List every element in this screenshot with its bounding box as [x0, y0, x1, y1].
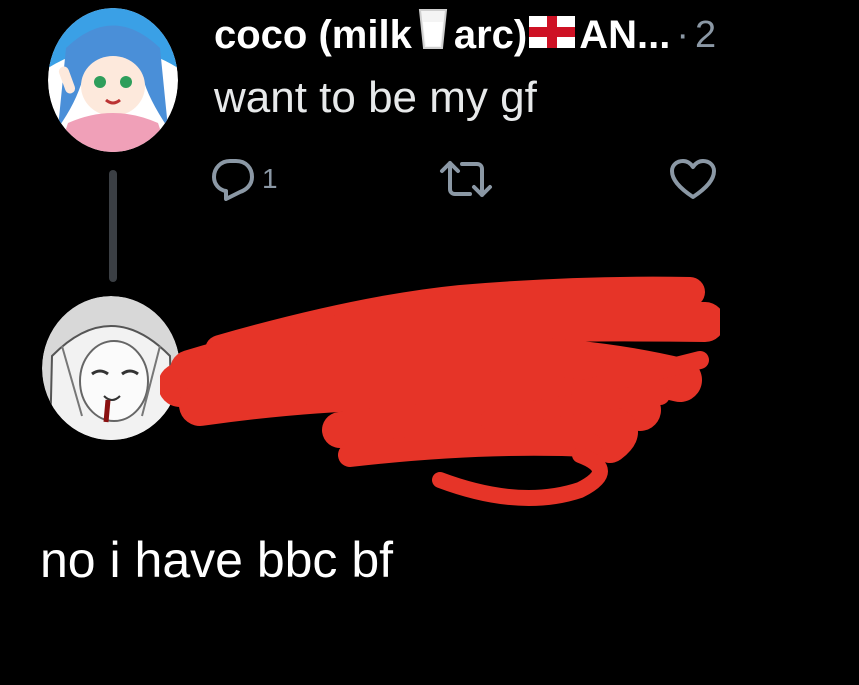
tweet-header: coco (milk arc) AN... · 2	[214, 8, 716, 61]
tweet-actions: 1	[210, 157, 730, 205]
author-name-part1[interactable]: coco (milk	[214, 11, 412, 59]
reply-text: no i have bbc bf	[40, 532, 394, 588]
milk-glass-icon	[418, 8, 448, 61]
author-avatar[interactable]	[48, 8, 178, 153]
thread-line	[109, 170, 117, 282]
author-name-part2[interactable]: arc)	[454, 11, 527, 59]
retweet-button[interactable]	[438, 157, 494, 201]
like-button[interactable]	[668, 157, 718, 201]
redaction-scribble	[158, 270, 725, 520]
reply-button[interactable]: 1	[210, 157, 278, 201]
reply-count: 1	[262, 163, 278, 194]
england-flag-icon	[529, 11, 576, 59]
time-separator: ·	[676, 13, 690, 56]
tweet-time[interactable]: 2	[695, 11, 716, 59]
retweet-icon	[438, 157, 494, 201]
reply-icon	[210, 157, 256, 201]
tweet-text: want to be my gf	[214, 73, 537, 122]
like-icon	[668, 157, 718, 201]
anime-girl-blue-hair-avatar	[48, 8, 178, 152]
author-name-part3[interactable]: AN...	[579, 11, 670, 59]
